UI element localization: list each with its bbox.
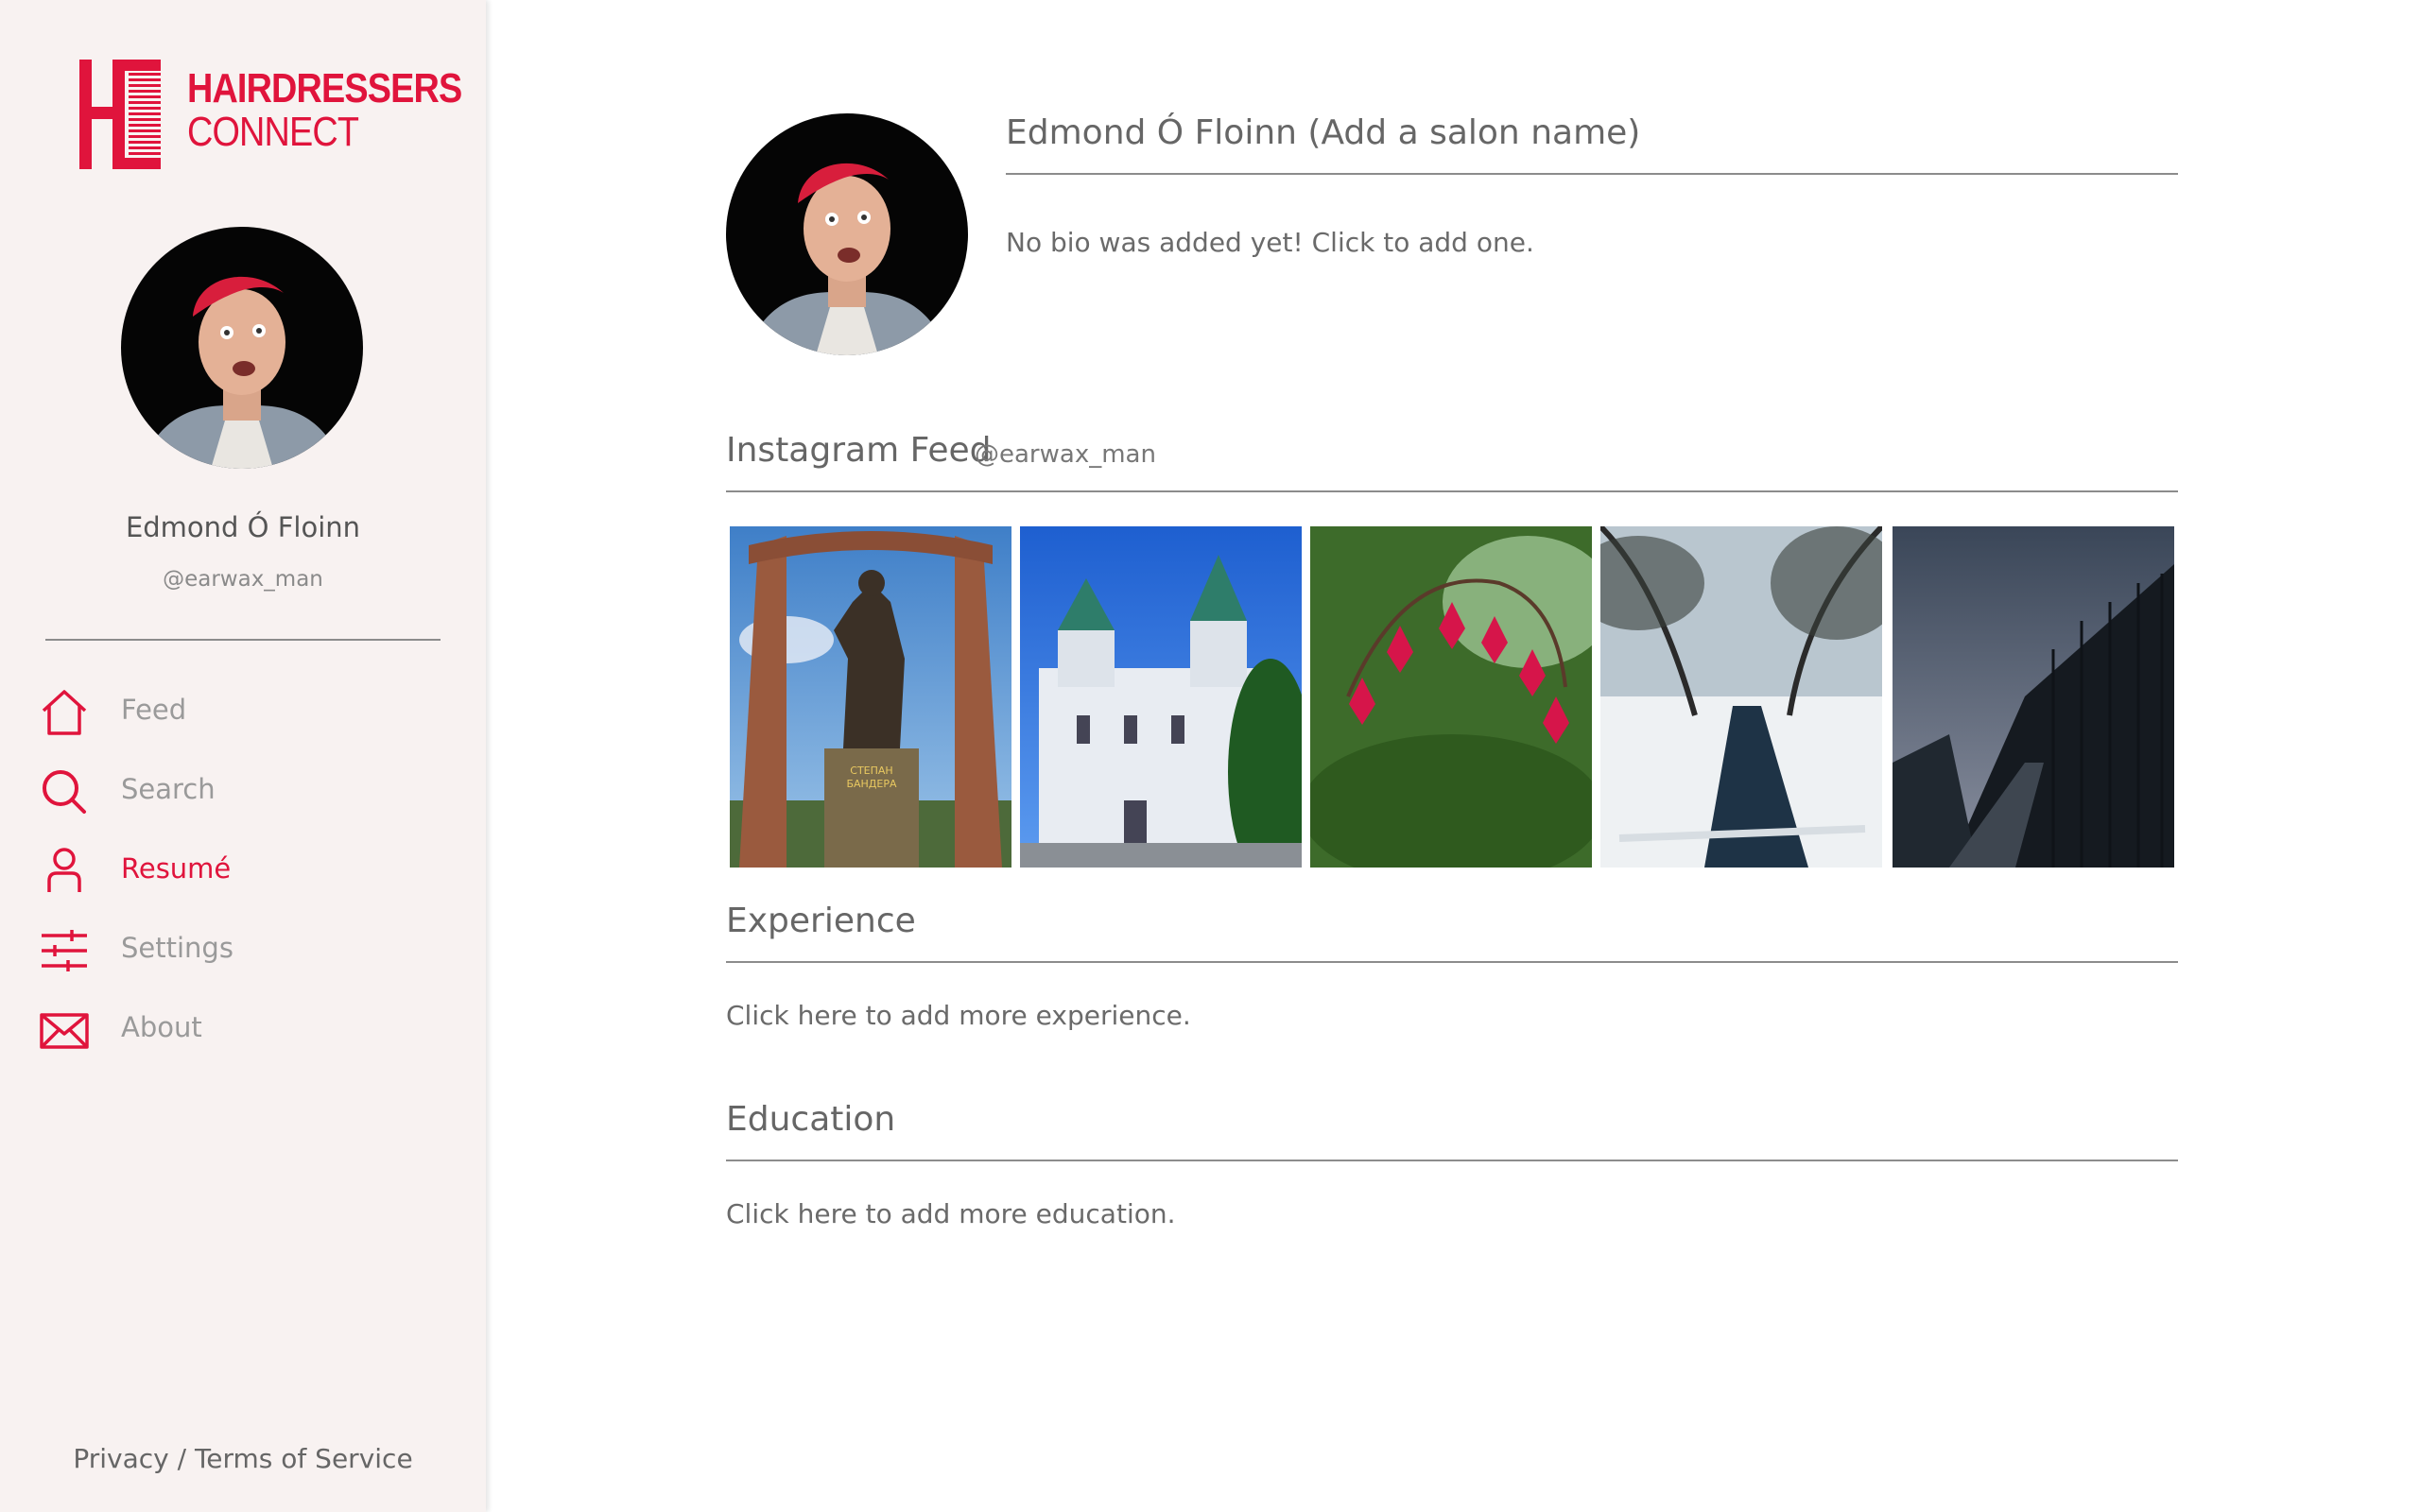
education-section-title: Education [726,1100,896,1139]
brand-line-1: HAIRDRESSERS [187,65,462,112]
nav-item-settings[interactable]: Settings [38,920,454,977]
home-icon [42,690,87,735]
nav-label-feed: Feed [121,694,187,726]
experience-section-title: Experience [726,902,916,940]
nav-item-search[interactable]: Search [38,762,454,818]
envelope-icon [40,1013,89,1049]
search-icon [43,770,86,814]
profile-avatar[interactable] [726,113,968,355]
brand-mark-icon [79,60,161,169]
instagram-photo[interactable] [1600,526,1882,868]
nav-label-about: About [121,1011,202,1043]
svg-text:БАНДЕРА: БАНДЕРА [846,778,897,790]
app-root: HAIRDRESSERS CONNECT Edmond Ó Floinn @ea… [0,0,2420,1512]
nav-item-resume[interactable]: Resumé [38,841,454,898]
nav-label-settings: Settings [121,932,233,964]
nav-label-resume: Resumé [121,852,232,885]
add-education-link[interactable]: Click here to add more education. [726,1198,1176,1229]
instagram-photo[interactable] [1020,526,1302,868]
person-icon [47,848,81,892]
instagram-gallery: СТЕПАН БАНДЕРА [730,526,2174,868]
sliders-icon [42,930,87,971]
brand-logo[interactable]: HAIRDRESSERS CONNECT [79,60,462,169]
sidebar: HAIRDRESSERS CONNECT Edmond Ó Floinn @ea… [0,0,486,1512]
profile-name-salon[interactable]: Edmond Ó Floinn (Add a salon name) [1006,113,1640,152]
education-divider [726,1160,2178,1161]
instagram-section-title: Instagram Feed [726,431,992,470]
instagram-photo[interactable] [1310,526,1592,868]
instagram-divider [726,490,2178,492]
instagram-photo[interactable] [1893,526,2174,868]
nav-item-about[interactable]: About [38,1000,454,1057]
sidebar-user-name: Edmond Ó Floinn [125,511,361,543]
profile-bio[interactable]: No bio was added yet! Click to add one. [1006,227,1534,258]
svg-text:СТЕПАН: СТЕПАН [850,765,892,777]
add-experience-link[interactable]: Click here to add more experience. [726,1000,1191,1031]
brand-line-2: CONNECT [187,109,359,155]
nav-label-search: Search [121,773,216,805]
sidebar-avatar[interactable] [121,227,363,469]
profile-divider [1006,173,2178,175]
experience-divider [726,961,2178,963]
nav-item-feed[interactable]: Feed [38,682,454,739]
footer-legal-link[interactable]: Privacy / Terms of Service [0,1443,486,1474]
instagram-handle[interactable]: @earwax_man [975,440,1156,469]
sidebar-divider [45,639,441,641]
instagram-photo[interactable]: СТЕПАН БАНДЕРА [730,526,1011,868]
sidebar-user-handle: @earwax_man [163,567,323,592]
brand-wordmark: HAIRDRESSERS CONNECT [187,65,462,155]
